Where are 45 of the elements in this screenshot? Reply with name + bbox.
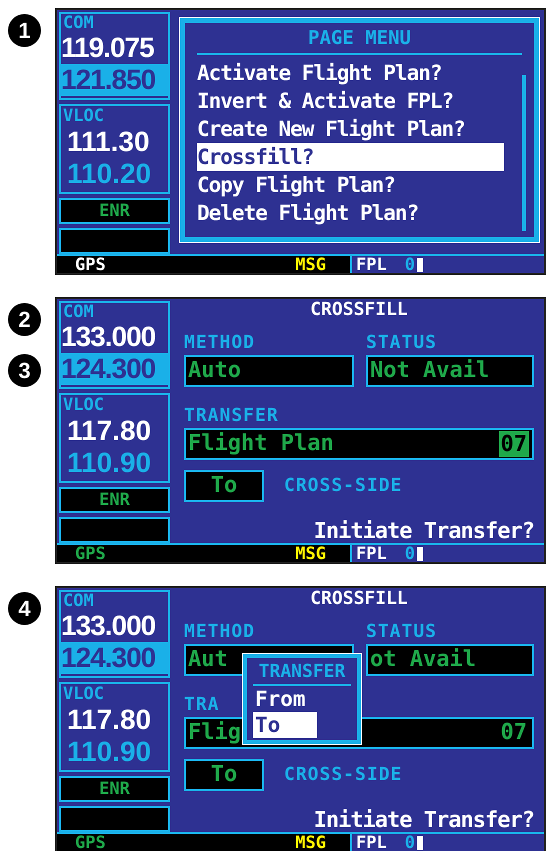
vloc-standby-frequency: 110.90 <box>66 447 152 479</box>
page-label: FPL <box>356 256 387 273</box>
page-title: CROSSFILL <box>309 588 409 610</box>
vloc-active-frequency: 117.80 <box>66 704 152 736</box>
page-index: 0 <box>404 256 415 273</box>
vloc-active-frequency: 117.80 <box>66 415 152 447</box>
page-title: CROSSFILL <box>309 299 409 321</box>
nav-source-label: GPS <box>75 256 106 273</box>
nav-source-label: GPS <box>75 834 106 851</box>
transfer-value: Flig <box>188 719 241 747</box>
page-index: 0 <box>404 834 415 851</box>
method-label: METHOD <box>184 622 256 642</box>
com-active-frequency: 119.075 <box>61 32 155 64</box>
status-label: STATUS <box>366 622 438 642</box>
vloc-standby-frequency: 110.20 <box>66 158 152 190</box>
transfer-value: Flight Plan <box>188 430 334 458</box>
cross-side-label: CROSS-SIDE <box>284 476 402 496</box>
mode-box: ENR <box>59 198 170 224</box>
vloc-label: VLOC <box>62 395 105 415</box>
nav-source-label: GPS <box>75 545 106 562</box>
vloc-label: VLOC <box>62 106 105 126</box>
step-marker: 3 <box>8 354 41 387</box>
com-label: COM <box>62 14 95 32</box>
com-label: COM <box>62 303 95 321</box>
mode-box: ENR <box>59 776 170 802</box>
method-label: METHOD <box>184 333 256 353</box>
status-label: STATUS <box>366 333 438 353</box>
com-active-frequency: 133.000 <box>61 610 156 642</box>
menu-title: PAGE MENU <box>197 23 522 55</box>
transfer-label: TRA <box>184 695 220 715</box>
vloc-active-frequency: 111.30 <box>66 126 151 158</box>
step-marker: 2 <box>8 303 41 336</box>
vloc-label: VLOC <box>62 684 105 704</box>
page-label: FPL <box>356 545 387 562</box>
com-active-frequency: 133.000 <box>61 321 156 353</box>
page-index: 0 <box>404 545 415 562</box>
mode-box: ENR <box>59 487 170 513</box>
vloc-standby-frequency: 110.90 <box>66 736 152 768</box>
step-marker: 1 <box>8 14 41 47</box>
cross-side-label: CROSS-SIDE <box>284 765 402 785</box>
step-marker: 4 <box>8 592 41 625</box>
popup-title: TRANSFER <box>253 660 351 686</box>
com-label: COM <box>62 592 95 610</box>
transfer-label: TRANSFER <box>184 406 279 426</box>
page-label: FPL <box>356 834 387 851</box>
